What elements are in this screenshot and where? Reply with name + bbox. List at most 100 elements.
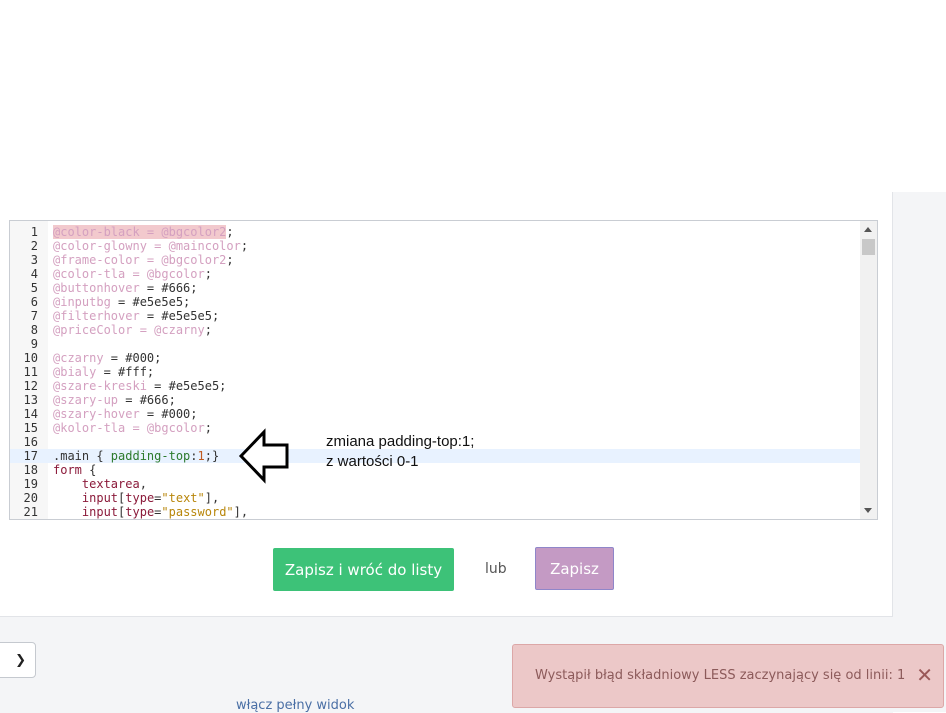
code-token: type xyxy=(125,491,155,505)
code-token: = #fff; xyxy=(96,365,155,379)
code-token: textarea xyxy=(53,477,140,491)
code-text: form { xyxy=(53,463,96,477)
line-number: 12 xyxy=(23,379,38,393)
code-token: = #e5e5e5; xyxy=(110,295,191,309)
code-line[interactable]: 19 textarea, xyxy=(10,477,860,491)
code-text: @color-glowny = @maincolor; xyxy=(53,239,248,253)
code-text: @szary-up = #666; xyxy=(53,393,176,407)
line-number: 13 xyxy=(23,393,38,407)
save-and-back-button[interactable]: Zapisz i wróć do listy xyxy=(273,548,454,591)
line-number: 2 xyxy=(30,239,38,253)
code-token: @color-tla = @bgcolor xyxy=(53,267,205,281)
less-code-editor[interactable]: 1 @color-black = @bgcolor2; 2 @color-glowny… xyxy=(9,220,878,520)
code-line[interactable]: 4 @color-tla = @bgcolor; xyxy=(10,267,860,281)
code-line[interactable]: 3 @frame-color = @bgcolor2; xyxy=(10,253,860,267)
line-number: 18 xyxy=(23,463,38,477)
code-token: = #000; xyxy=(139,407,198,421)
line-number: 20 xyxy=(23,491,38,505)
code-text: textarea, xyxy=(53,477,147,491)
line-number: 15 xyxy=(23,421,38,435)
scroll-down-icon[interactable] xyxy=(864,508,872,513)
code-token: ; xyxy=(204,421,212,435)
code-line[interactable]: 2 @color-glowny = @maincolor; xyxy=(10,239,860,253)
code-line[interactable]: 9 xyxy=(10,337,860,351)
code-token: "password" xyxy=(161,505,234,519)
code-token: .main { xyxy=(53,449,111,463)
code-text: @priceColor = @czarny; xyxy=(53,323,212,337)
code-token: = #e5e5e5; xyxy=(139,309,220,323)
code-token: @czarny xyxy=(53,351,104,365)
line-number: 7 xyxy=(30,309,38,323)
code-line[interactable]: 10 @czarny = #000; xyxy=(10,351,860,365)
code-token: ;} xyxy=(204,449,220,463)
code-line[interactable]: 13 @szary-up = #666; xyxy=(10,393,860,407)
code-line[interactable]: 6 @inputbg = #e5e5e5; xyxy=(10,295,860,309)
line-number: 10 xyxy=(23,351,38,365)
code-line[interactable]: 12 @szare-kreski = #e5e5e5; xyxy=(10,379,860,393)
code-token: input xyxy=(53,491,119,505)
code-text: @filterhover = #e5e5e5; xyxy=(53,309,219,323)
code-line[interactable]: 7 @filterhover = #e5e5e5; xyxy=(10,309,860,323)
code-token: ; xyxy=(226,225,234,239)
code-token: = #e5e5e5; xyxy=(146,379,227,393)
code-line[interactable]: 20 input[type="text"], xyxy=(10,491,860,505)
code-text: @szare-kreski = #e5e5e5; xyxy=(53,379,226,393)
code-token: ; xyxy=(204,267,212,281)
code-text: input[type="text"], xyxy=(53,491,219,505)
code-token: form xyxy=(53,463,82,477)
annotation-note: zmiana padding-top:1; z wartości 0-1 xyxy=(326,433,475,470)
save-button[interactable]: Zapisz xyxy=(535,547,614,590)
code-token: @szary-up xyxy=(53,393,119,407)
chevron-down-icon: ❯ xyxy=(15,653,26,668)
code-line[interactable]: 8 @priceColor = @czarny; xyxy=(10,323,860,337)
code-token: @filterhover xyxy=(53,309,140,323)
dropdown-select[interactable]: ❯ xyxy=(0,642,36,678)
full-view-link[interactable]: włącz pełny widok xyxy=(236,698,354,713)
line-number: 11 xyxy=(23,365,38,379)
code-token: @szare-kreski xyxy=(53,379,147,393)
code-token: input xyxy=(53,505,119,519)
code-token: = #000; xyxy=(103,351,162,365)
code-text: @frame-color = @bgcolor2; xyxy=(53,253,234,267)
line-number: 21 xyxy=(23,505,38,519)
code-token: padding-top xyxy=(110,449,191,463)
code-token: @buttonhover xyxy=(53,281,140,295)
code-text: @buttonhover = #666; xyxy=(53,281,198,295)
code-text: @kolor-tla = @bgcolor; xyxy=(53,421,212,435)
error-toast: Wystąpił błąd składniowy LESS zaczynając… xyxy=(512,644,944,708)
line-number: 3 xyxy=(30,253,38,267)
line-number: 17 xyxy=(23,449,38,463)
code-line[interactable]: 14 @szary-hover = #000; xyxy=(10,407,860,421)
code-text: .main { padding-top:1;} xyxy=(53,449,219,463)
code-token: @color-glowny = @maincolor xyxy=(53,239,241,253)
code-token: type xyxy=(125,505,155,519)
scroll-up-icon[interactable] xyxy=(864,227,872,232)
or-label: lub xyxy=(485,561,507,577)
card-border xyxy=(892,192,893,616)
code-token: @priceColor = @czarny xyxy=(53,323,205,337)
line-number: 8 xyxy=(30,323,38,337)
line-number: 1 xyxy=(30,225,38,239)
code-line[interactable]: 21 input[type="password"], xyxy=(10,505,860,519)
code-token: ; xyxy=(226,253,234,267)
editor-scrollbar[interactable] xyxy=(860,221,877,519)
line-number: 14 xyxy=(23,407,38,421)
code-text: @bialy = #fff; xyxy=(53,365,154,379)
code-token: : xyxy=(190,449,198,463)
code-text: input[type="password"], xyxy=(53,505,248,519)
line-number: 16 xyxy=(23,435,38,449)
code-text: @szary-hover = #000; xyxy=(53,407,198,421)
scrollbar-thumb[interactable] xyxy=(862,239,875,255)
code-line[interactable]: 5 @buttonhover = #666; xyxy=(10,281,860,295)
code-line[interactable]: 11 @bialy = #fff; xyxy=(10,365,860,379)
code-token: = #666; xyxy=(118,393,176,407)
code-token: @color-black = @bgcolor2 xyxy=(53,225,227,239)
code-text: @czarny = #000; xyxy=(53,351,161,365)
code-token: = #666; xyxy=(139,281,198,295)
error-message: Wystąpił błąd składniowy LESS zaczynając… xyxy=(535,668,906,683)
code-token: ], xyxy=(204,491,220,505)
code-token: @inputbg xyxy=(53,295,111,309)
code-lines[interactable]: 1 @color-black = @bgcolor2; 2 @color-glowny… xyxy=(10,225,860,519)
code-line[interactable]: 1 @color-black = @bgcolor2; xyxy=(10,225,860,239)
close-icon[interactable]: ✕ xyxy=(916,663,933,687)
